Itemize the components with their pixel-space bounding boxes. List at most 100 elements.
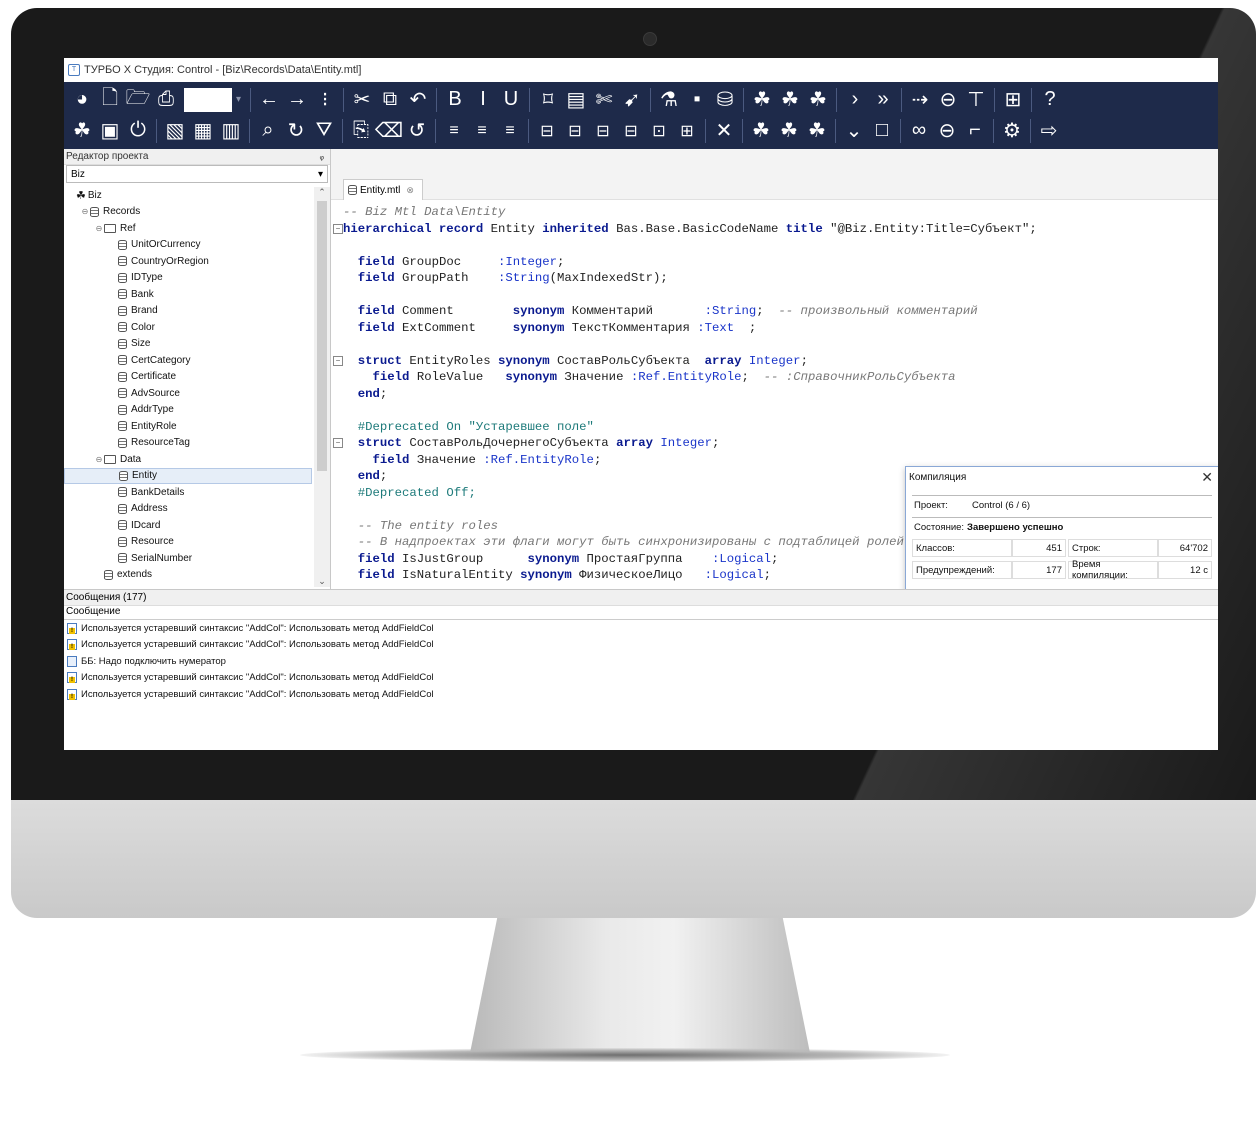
tree-item[interactable]: CertCategory xyxy=(64,352,312,369)
tree-item[interactable]: Entity xyxy=(64,467,312,484)
last-icon[interactable]: » xyxy=(870,87,896,113)
scroll-up-icon[interactable]: ⌃ xyxy=(314,187,330,198)
users2-icon[interactable]: ☘ xyxy=(748,118,774,144)
tree-item[interactable]: IDcard xyxy=(64,517,312,534)
tree-item[interactable]: ⊖ Records xyxy=(64,204,312,221)
chevron-down-icon[interactable]: ▾ xyxy=(318,169,323,180)
tree-item[interactable]: Brand xyxy=(64,303,312,320)
exit-icon[interactable]: ⇨ xyxy=(1036,118,1062,144)
scroll-thumb[interactable] xyxy=(317,201,327,471)
tree-item[interactable]: ResourceTag xyxy=(64,435,312,452)
eraser-icon[interactable]: ⌫ xyxy=(375,118,403,144)
tree-item[interactable]: extends xyxy=(64,567,312,584)
table6-icon[interactable]: ⊞ xyxy=(674,118,700,144)
fold-toggle-icon[interactable]: − xyxy=(333,355,343,366)
align-right-icon[interactable]: ≡ xyxy=(497,118,523,144)
project-combo[interactable]: Biz ▾ xyxy=(66,165,328,183)
tree-item[interactable]: Certificate xyxy=(64,369,312,386)
doc-a-icon[interactable]: ▧ xyxy=(162,118,188,144)
plus-link-icon[interactable]: ⇢ xyxy=(907,87,933,113)
table4-icon[interactable]: ⊟ xyxy=(618,118,644,144)
remove-user-icon[interactable]: ⊖ xyxy=(935,87,961,113)
print-icon[interactable]: ⎙ xyxy=(153,87,179,113)
paste-icon[interactable]: ⎘ xyxy=(348,118,374,144)
refresh-icon[interactable]: ↺ xyxy=(404,118,430,144)
tree-item[interactable]: ⊖ Ref xyxy=(64,220,312,237)
align-left-icon[interactable]: ≡ xyxy=(441,118,467,144)
tree-item[interactable]: CountryOrRegion xyxy=(64,253,312,270)
pin-icon[interactable]: ᵩ xyxy=(320,151,324,162)
table2-icon[interactable]: ⊟ xyxy=(562,118,588,144)
group-icon[interactable]: ☘ xyxy=(749,87,775,113)
tree-icon[interactable]: ⊤ xyxy=(963,87,989,113)
tree-item[interactable]: Size xyxy=(64,336,312,353)
redo-arrow-icon[interactable]: → xyxy=(284,87,310,113)
users-icon[interactable]: ☘ xyxy=(69,118,95,144)
help-icon[interactable]: ? xyxy=(1037,87,1063,113)
tree-item[interactable]: BankDetails xyxy=(64,484,312,501)
search-icon[interactable]: ⌕ xyxy=(255,118,281,144)
tree-item[interactable]: EntityRole xyxy=(64,418,312,435)
group-edit-icon[interactable]: ☘ xyxy=(777,87,803,113)
next-icon[interactable]: › xyxy=(842,87,868,113)
link-icon[interactable]: ∞ xyxy=(906,118,932,144)
dot-icon[interactable]: ▪ xyxy=(684,87,710,113)
flask-icon[interactable]: ⚗ xyxy=(656,87,682,113)
table1-icon[interactable]: ⊟ xyxy=(534,118,560,144)
undo-arrow-icon[interactable]: ← xyxy=(256,87,282,113)
hierarchy-icon[interactable]: ⊞ xyxy=(1000,87,1026,113)
square-icon[interactable]: □ xyxy=(869,118,895,144)
replace-icon[interactable]: ↻ xyxy=(283,118,309,144)
doc-c-icon[interactable]: ▥ xyxy=(218,118,244,144)
steps-icon[interactable]: ⁝ xyxy=(312,87,338,113)
close-icon[interactable]: ✕ xyxy=(1201,469,1213,486)
db-icon[interactable]: ⛁ xyxy=(712,87,738,113)
tools-icon[interactable]: ✕ xyxy=(711,118,737,144)
revert-icon[interactable]: ↶ xyxy=(405,87,431,113)
message-row[interactable]: Используется устаревший синтаксис "AddCo… xyxy=(64,637,1218,654)
tab-entity-mtl[interactable]: Entity.mtl ⊗ xyxy=(343,179,423,200)
field-icon[interactable]: ▤ xyxy=(563,87,589,113)
power-icon[interactable]: ⏻ xyxy=(125,118,151,144)
tree-item[interactable]: Resource xyxy=(64,534,312,551)
italic-icon[interactable]: I xyxy=(470,87,496,113)
group-add-icon[interactable]: ☘ xyxy=(805,87,831,113)
message-row[interactable]: Используется устаревший синтаксис "AddCo… xyxy=(64,620,1218,637)
collapse-icon[interactable]: ⊖ xyxy=(94,224,104,233)
tree-item[interactable]: IDType xyxy=(64,270,312,287)
scroll-down-icon[interactable]: ⌄ xyxy=(314,576,330,587)
scissors-icon[interactable]: ✄ xyxy=(591,87,617,113)
table5-icon[interactable]: ⊡ xyxy=(646,118,672,144)
message-row[interactable]: Используется устаревший синтаксис "AddCo… xyxy=(64,670,1218,687)
tree-scrollbar[interactable]: ⌃ ⌄ xyxy=(314,187,330,587)
tree-item[interactable]: ☘ Biz xyxy=(64,187,312,204)
align-center-icon[interactable]: ≡ xyxy=(469,118,495,144)
fold-toggle-icon[interactable]: − xyxy=(333,223,343,234)
save-icon[interactable]: ▣ xyxy=(97,118,123,144)
tree-item[interactable]: ⊖ Data xyxy=(64,451,312,468)
cut-icon[interactable]: ✂ xyxy=(349,87,375,113)
fold-toggle-icon[interactable]: − xyxy=(333,438,343,448)
tree-item[interactable]: Address xyxy=(64,501,312,518)
collapse-icon[interactable]: ⊖ xyxy=(94,455,104,464)
pie-icon[interactable]: ◕ xyxy=(69,87,95,113)
filter-icon[interactable]: ⛛ xyxy=(311,118,337,144)
tag-icon[interactable]: ⌑ xyxy=(535,87,561,113)
bold-icon[interactable]: B xyxy=(442,87,468,113)
steps2-icon[interactable]: ⌐ xyxy=(962,118,988,144)
tree-item[interactable]: Color xyxy=(64,319,312,336)
close-tab-icon[interactable]: ⊗ xyxy=(406,185,414,196)
table3-icon[interactable]: ⊟ xyxy=(590,118,616,144)
tree-item[interactable]: SerialNumber xyxy=(64,550,312,567)
copy-icon[interactable]: ⧉ xyxy=(377,87,403,113)
toolbar-combo-input[interactable] xyxy=(184,87,232,112)
tree-item[interactable]: AddrType xyxy=(64,402,312,419)
minus-circle-icon[interactable]: ⊖ xyxy=(934,118,960,144)
users4-icon[interactable]: ☘ xyxy=(804,118,830,144)
message-column-header[interactable]: Сообщение xyxy=(64,606,1218,620)
gear-icon[interactable]: ⚙ xyxy=(999,118,1025,144)
message-row[interactable]: ББ: Надо подключить нумератор xyxy=(64,653,1218,670)
chevron-icon[interactable]: ⌄ xyxy=(841,118,867,144)
tree-item[interactable]: AdvSource xyxy=(64,385,312,402)
underline-icon[interactable]: U xyxy=(498,87,524,113)
